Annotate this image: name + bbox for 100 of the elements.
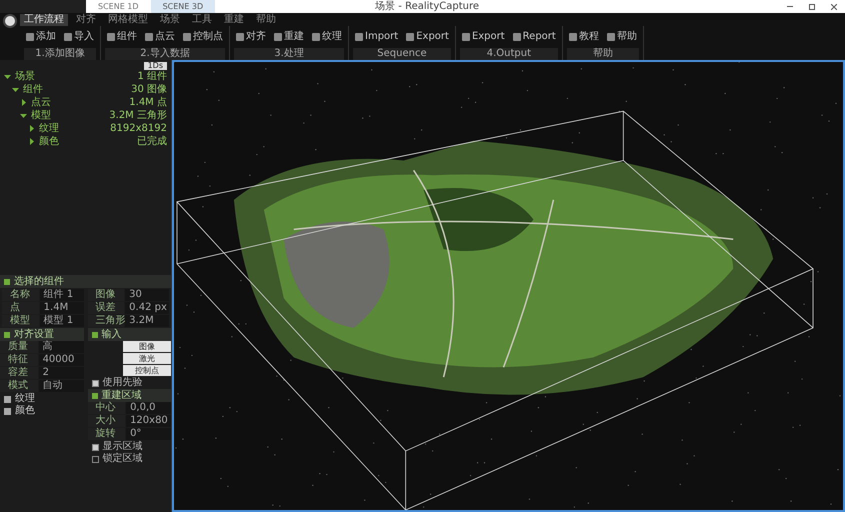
collapse-icon[interactable] <box>4 278 10 284</box>
tool-icon <box>274 33 282 41</box>
ribbon-button[interactable]: 点云 <box>143 28 177 46</box>
property-value[interactable]: 1.4M <box>40 302 84 314</box>
close-icon[interactable] <box>831 4 837 10</box>
checkbox[interactable] <box>92 456 98 462</box>
property-label: 图像 <box>88 289 124 301</box>
panel-header[interactable]: 输入 <box>88 328 171 341</box>
panel-title: 对齐设置 <box>14 330 54 340</box>
expander-icon[interactable] <box>4 73 11 80</box>
property-value[interactable]: 40000 <box>38 354 84 366</box>
property-value[interactable]: 3.2M <box>125 315 169 327</box>
checkbox-label: 显示区域 <box>102 442 142 452</box>
tool-icon <box>606 33 615 41</box>
menu-tab[interactable]: 工具 <box>188 14 216 26</box>
menu-tab[interactable]: 帮助 <box>252 14 280 26</box>
tool-icon <box>107 33 115 41</box>
group-label: 1.添加图像 <box>24 48 96 60</box>
tool-icon <box>355 33 363 41</box>
maximize-icon[interactable] <box>809 4 815 10</box>
property-label: 模式 <box>0 380 38 392</box>
panel-title: 输入 <box>102 330 122 340</box>
checkbox-label: 使用先验 <box>102 378 142 388</box>
tool-icon <box>406 33 414 41</box>
property-value[interactable]: 自动 <box>38 380 84 392</box>
menu-tab[interactable]: 重建 <box>220 14 248 26</box>
property-value[interactable]: 组件 1 <box>40 289 84 301</box>
property-label: 容差 <box>0 367 38 379</box>
property-label: 点 <box>2 302 39 314</box>
property-label: 名称 <box>2 289 39 301</box>
ribbon-button[interactable]: 对齐 <box>234 28 268 46</box>
document-tab[interactable]: SCENE 3D <box>150 0 216 13</box>
checkbox-label: 锁定区域 <box>102 454 142 464</box>
ribbon-button[interactable]: 教程 <box>566 28 601 46</box>
property-value[interactable]: 0° <box>126 428 171 440</box>
tool-icon <box>236 33 244 41</box>
property-value[interactable]: 模型 1 <box>40 315 84 327</box>
panel-header[interactable]: 对齐设置 <box>0 328 84 341</box>
ribbon-button[interactable]: Report <box>510 28 558 46</box>
property-value[interactable]: 120x80 <box>126 415 171 427</box>
tree-item[interactable]: 场景 <box>15 72 35 82</box>
section-title[interactable]: 颜色 <box>15 406 35 416</box>
ribbon-button[interactable]: Export <box>460 28 507 46</box>
group-label: 3.处理 <box>234 48 344 60</box>
panel-title: 重建区域 <box>102 390 142 400</box>
expander-icon[interactable] <box>28 138 35 145</box>
collapse-icon[interactable] <box>92 392 98 398</box>
menu-tab[interactable]: 工作流程 <box>20 14 68 26</box>
property-value[interactable]: 30 <box>125 289 169 301</box>
ribbon-button[interactable]: 控制点 <box>181 28 225 46</box>
input-button[interactable]: 控制点 <box>123 365 171 376</box>
property-value[interactable]: 0.42 px <box>125 302 169 314</box>
tool-icon <box>512 33 521 41</box>
ribbon-button[interactable]: 组件 <box>105 28 139 46</box>
property-label: 大小 <box>88 415 126 427</box>
property-label: 特征 <box>0 354 38 366</box>
expander-icon[interactable] <box>20 112 27 119</box>
ribbon-button[interactable]: Import <box>353 28 400 46</box>
input-button[interactable]: 激光 <box>123 353 171 364</box>
panel-header[interactable]: 选择的组件 <box>0 275 171 288</box>
tree-item[interactable]: 点云 <box>31 98 51 108</box>
panel-title: 选择的组件 <box>14 276 64 286</box>
tool-icon <box>568 33 577 41</box>
ribbon-button[interactable]: Export <box>404 28 451 46</box>
section-title[interactable]: 纹理 <box>15 394 35 404</box>
property-value[interactable]: 0,0,0 <box>126 402 171 414</box>
tree-value: 1 组件 <box>137 72 168 82</box>
ribbon-button[interactable]: 添加 <box>24 28 58 46</box>
checkbox[interactable] <box>92 444 98 450</box>
ribbon-button[interactable]: 纹理 <box>310 28 344 46</box>
expander-icon[interactable] <box>20 99 27 106</box>
tree-item[interactable]: 颜色 <box>39 136 59 146</box>
menu-tab[interactable]: 场景 <box>156 14 184 26</box>
app-logo-icon[interactable] <box>3 14 17 28</box>
tree-value: 已完成 <box>137 136 168 146</box>
checkbox[interactable] <box>92 380 98 386</box>
collapse-icon[interactable] <box>4 332 10 338</box>
panel-badge[interactable]: 1Ds <box>144 62 167 70</box>
property-value[interactable]: 2 <box>38 367 84 379</box>
menu-tab[interactable]: 对齐 <box>72 14 100 26</box>
tree-item[interactable]: 组件 <box>23 84 43 94</box>
panel-header[interactable]: 重建区域 <box>88 389 171 402</box>
tree-value: 8192x8192 <box>110 124 168 134</box>
property-label: 误差 <box>88 302 124 314</box>
expander-icon[interactable] <box>12 86 19 93</box>
tree-item[interactable]: 纹理 <box>39 124 59 134</box>
tree-item[interactable]: 模型 <box>31 110 51 120</box>
property-value[interactable]: 高 <box>38 341 84 353</box>
ribbon-button[interactable]: 重建 <box>272 28 306 46</box>
input-button[interactable]: 图像 <box>123 341 171 352</box>
ribbon-button[interactable]: 帮助 <box>604 28 639 46</box>
menu-tab[interactable]: 网格模型 <box>104 14 152 26</box>
group-label: 2.导入数据 <box>105 48 225 60</box>
tool-icon <box>26 33 34 41</box>
window-title: 场景 - RealityCapture <box>375 2 480 12</box>
expander-icon[interactable] <box>4 396 11 402</box>
ribbon-button[interactable]: 导入 <box>62 28 96 46</box>
expander-icon[interactable] <box>28 125 35 132</box>
collapse-icon[interactable] <box>92 332 98 338</box>
expander-icon[interactable] <box>4 408 11 414</box>
